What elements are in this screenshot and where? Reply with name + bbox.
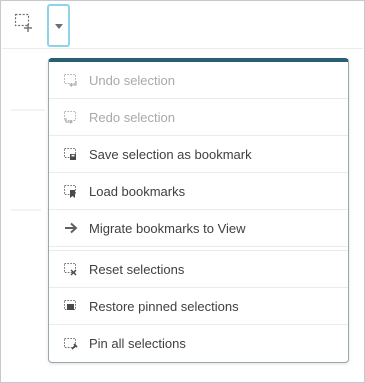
restore-pinned-icon: [63, 298, 79, 314]
selection-menu-dropdown-button[interactable]: [47, 4, 70, 47]
menu-item-label: Reset selections: [89, 261, 185, 277]
menu-item-label: Save selection as bookmark: [89, 146, 252, 162]
reset-selections-icon: [63, 261, 79, 277]
menu-item-label: Migrate bookmarks to View: [89, 220, 246, 236]
menu-item-redo-selection[interactable]: Redo selection: [49, 99, 348, 136]
arrow-right-icon: [63, 220, 79, 236]
background-line: [11, 109, 45, 111]
menu-item-migrate-bookmarks-to-view[interactable]: Migrate bookmarks to View: [49, 210, 348, 247]
menu-item-label: Pin all selections: [89, 336, 186, 351]
menu-item-undo-selection[interactable]: Undo selection: [49, 62, 348, 99]
menu-item-label: Load bookmarks: [89, 183, 186, 199]
background-line: [11, 209, 41, 211]
save-bookmark-icon: [63, 146, 79, 162]
toolbar-divider: [2, 48, 363, 49]
selection-dropdown-menu: Undo selection Redo selection Save selec…: [48, 58, 349, 363]
menu-item-label: Undo selection: [89, 72, 175, 88]
undo-selection-icon: [63, 72, 79, 88]
caret-down-icon: [55, 24, 63, 29]
menu-item-label: Restore pinned selections: [89, 298, 239, 314]
menu-item-restore-pinned-selections[interactable]: Restore pinned selections: [49, 288, 348, 325]
menu-item-reset-selections[interactable]: Reset selections: [49, 251, 348, 288]
menu-item-save-selection-as-bookmark[interactable]: Save selection as bookmark: [49, 136, 348, 173]
pin-selections-icon: [63, 336, 79, 352]
redo-selection-icon: [63, 109, 79, 125]
menu-item-pin-all-selections[interactable]: Pin all selections: [49, 325, 348, 362]
selection-add-icon[interactable]: [13, 12, 35, 34]
load-bookmarks-icon: [63, 183, 79, 199]
menu-item-load-bookmarks[interactable]: Load bookmarks: [49, 173, 348, 210]
menu-item-label: Redo selection: [89, 109, 175, 125]
